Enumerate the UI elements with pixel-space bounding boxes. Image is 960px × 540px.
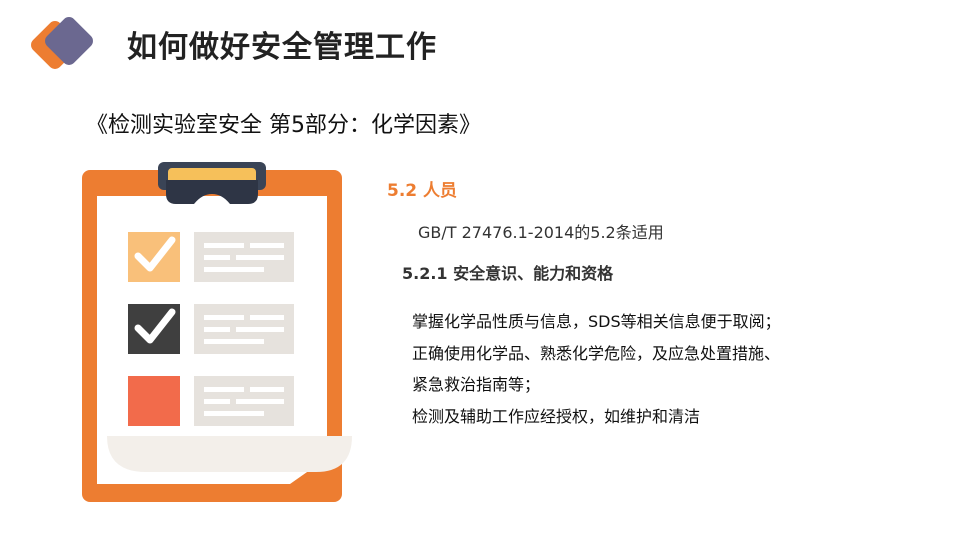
clipboard-checklist-icon: [82, 162, 352, 502]
page-subtitle: 《检测实验室安全 第5部分：化学因素》: [86, 113, 481, 138]
diamond-logo-icon: [31, 17, 93, 69]
section-note: GB/T 27476.1-2014的5.2条适用: [418, 223, 664, 242]
subsection-heading: 5.2.1 安全意识、能力和资格: [402, 264, 614, 283]
body-line: 紧急救治指南等；: [412, 375, 541, 394]
section-heading: 5.2 人员: [387, 181, 458, 201]
body-text: 掌握化学品性质与信息，SDS等相关信息便于取阅； 正确使用化学品、熟悉化学危险，…: [412, 306, 781, 432]
body-line: 掌握化学品性质与信息，SDS等相关信息便于取阅；: [412, 312, 781, 331]
body-line: 正确使用化学品、熟悉化学危险，及应急处置措施、: [412, 343, 781, 363]
body-line: 检测及辅助工作应经授权，如维护和清洁: [412, 406, 701, 426]
page-title: 如何做好安全管理工作: [127, 30, 437, 65]
